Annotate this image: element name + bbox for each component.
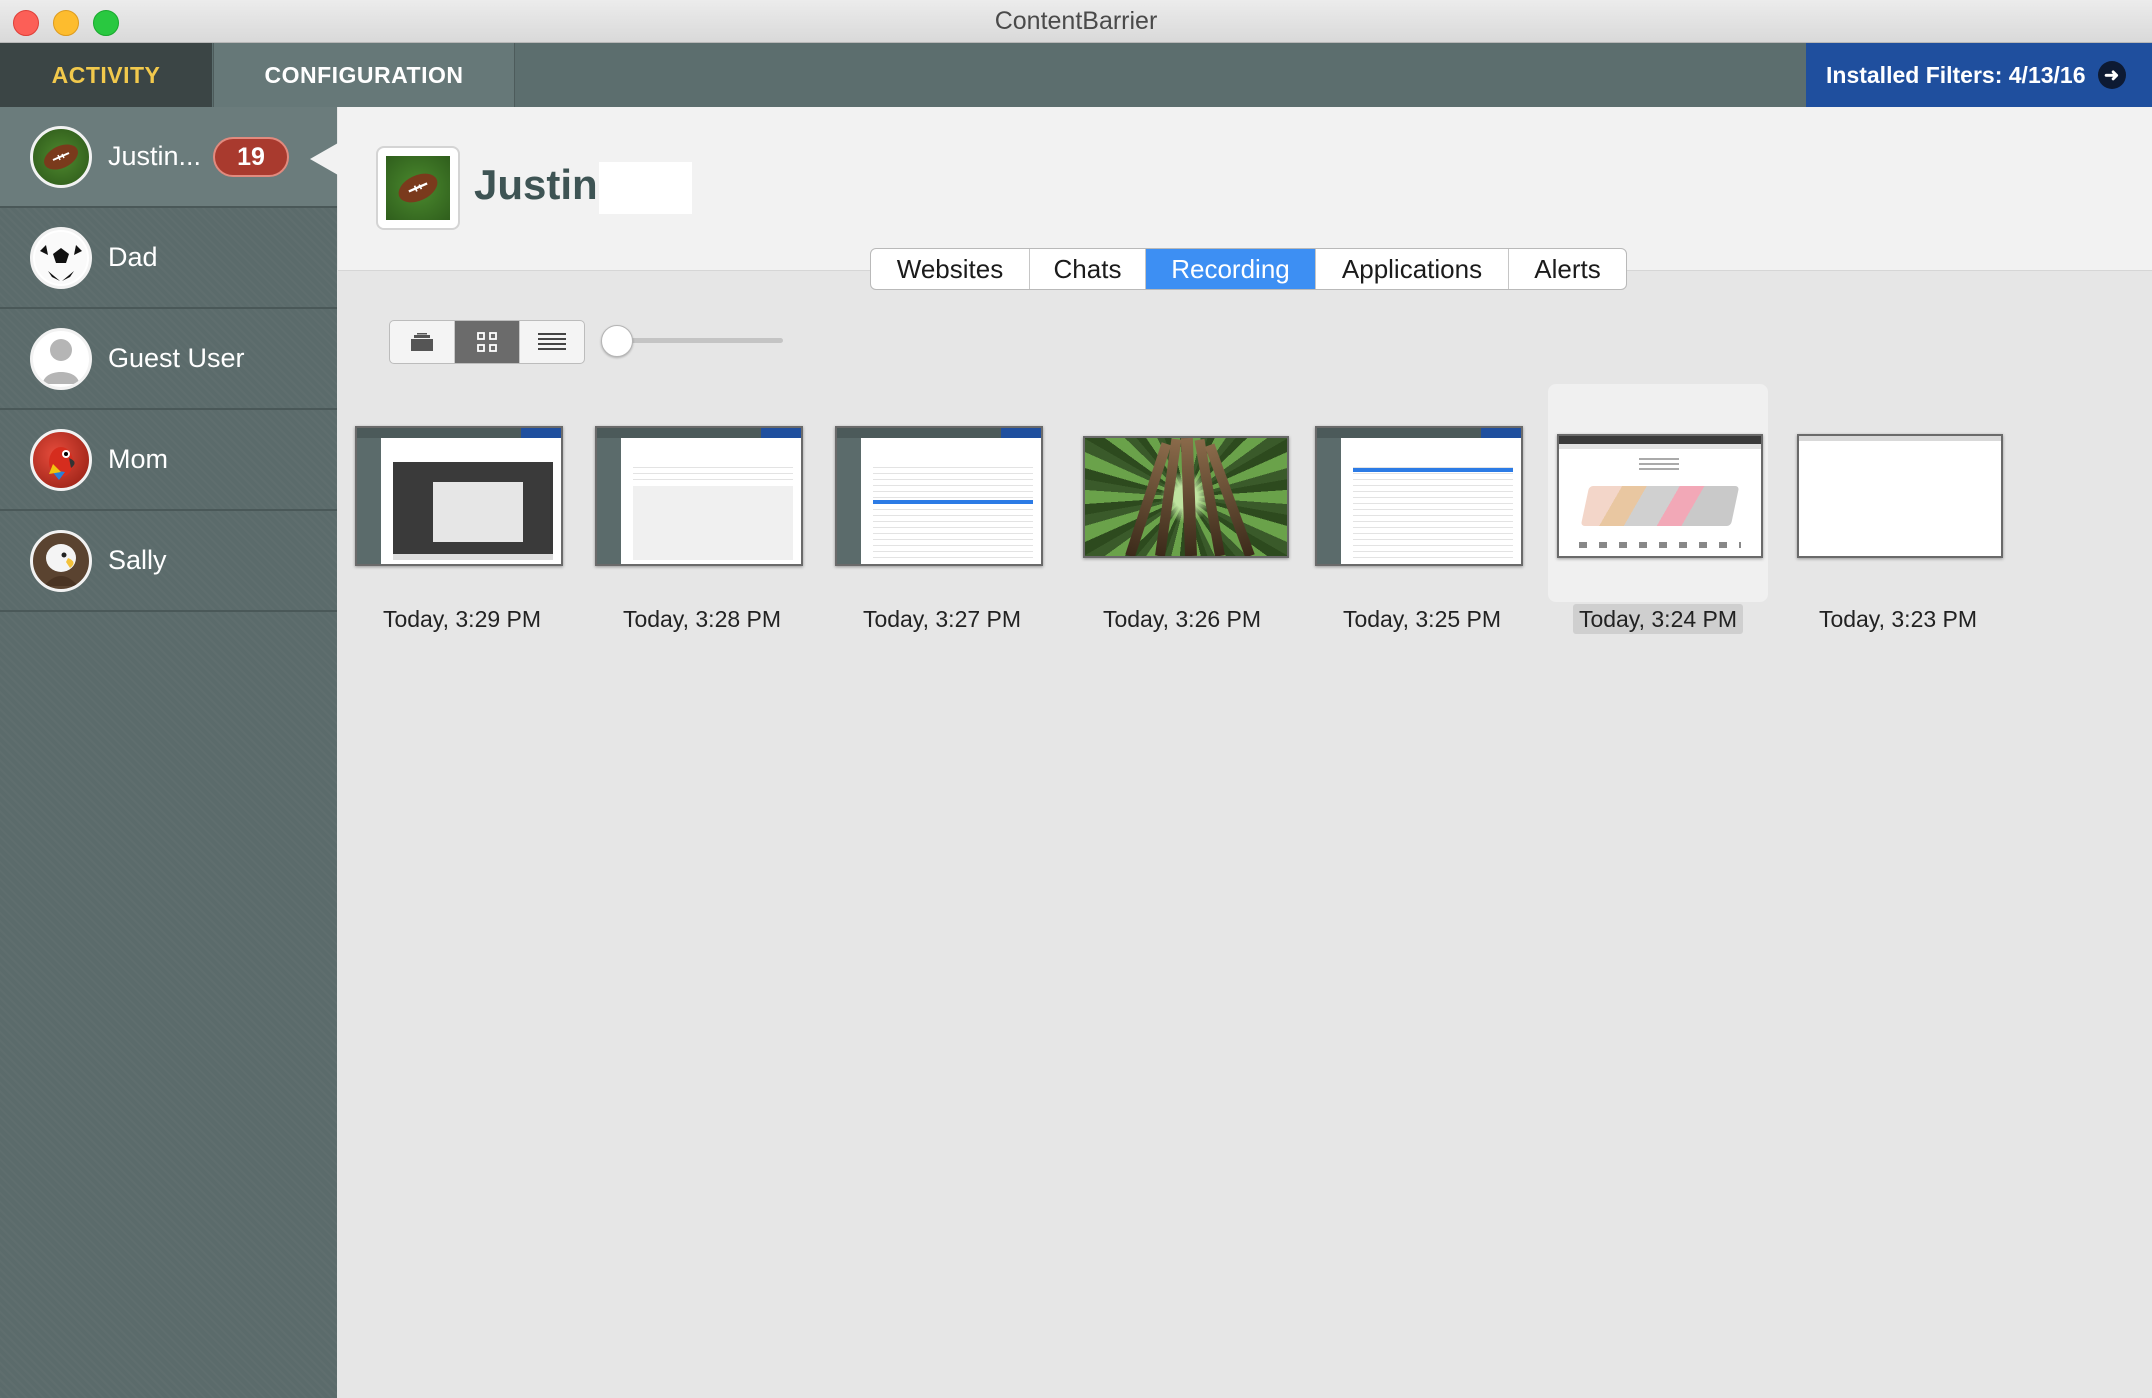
sidebar-user-sally[interactable]: Sally [0, 511, 337, 612]
football-icon [30, 125, 92, 188]
grid-icon [477, 332, 497, 352]
list-view-button[interactable] [520, 321, 584, 363]
installed-filters-button[interactable]: Installed Filters: 4/13/16 ➜ [1806, 43, 2152, 107]
user-sidebar: Justin... 19 Dad Guest User Mom Sally [0, 107, 338, 1398]
user-title: Justin [474, 161, 598, 208]
screenshot-thumbnail [1557, 434, 1763, 558]
recording-item[interactable]: Today, 3:25 PM [1312, 384, 1532, 632]
recording-time: Today, 3:24 PM [1572, 604, 1744, 634]
tab-websites[interactable]: Websites [871, 249, 1030, 289]
recording-time: Today, 3:25 PM [1342, 606, 1502, 632]
thumbnail-size-slider[interactable] [617, 338, 783, 343]
recording-item[interactable]: Today, 3:28 PM [592, 384, 812, 632]
recording-time: Today, 3:28 PM [622, 606, 782, 632]
recording-item[interactable]: Today, 3:26 PM [1072, 384, 1292, 632]
grid-view-button[interactable] [455, 321, 520, 363]
activity-tabs: Websites Chats Recording Applications Al… [870, 248, 1627, 290]
recording-item[interactable]: Today, 3:27 PM [832, 384, 1052, 632]
recording-time: Today, 3:26 PM [1102, 606, 1262, 632]
screenshot-thumbnail [1083, 436, 1289, 558]
recording-item[interactable]: Today, 3:23 PM [1788, 384, 2008, 632]
user-header: Justin [338, 107, 2152, 271]
soccer-ball-icon [30, 226, 92, 289]
selection-pointer [310, 143, 338, 175]
recording-time: Today, 3:27 PM [862, 606, 1022, 632]
sidebar-user-guest[interactable]: Guest User [0, 309, 337, 410]
recording-time: Today, 3:23 PM [1818, 606, 1978, 632]
top-nav: ACTIVITY CONFIGURATION Installed Filters… [0, 43, 2152, 107]
football-icon [386, 156, 450, 220]
user-name: Justin... [108, 141, 202, 171]
user-name: Sally [108, 545, 167, 575]
recording-item-selected[interactable]: Today, 3:24 PM [1548, 384, 1768, 634]
view-mode-toggle [389, 320, 585, 364]
tab-configuration[interactable]: CONFIGURATION [213, 43, 515, 107]
installed-filters-label: Installed Filters: 4/13/16 [1826, 61, 2086, 88]
sidebar-user-mom[interactable]: Mom [0, 410, 337, 511]
screenshot-thumbnail [355, 426, 563, 566]
eagle-icon [30, 529, 92, 592]
tab-alerts[interactable]: Alerts [1509, 249, 1626, 289]
user-name: Mom [108, 444, 168, 474]
tab-applications[interactable]: Applications [1316, 249, 1509, 289]
window-title: ContentBarrier [994, 7, 1158, 35]
list-icon [538, 333, 566, 350]
user-avatar[interactable] [376, 146, 460, 230]
slider-knob[interactable] [601, 325, 633, 357]
parrot-icon [30, 428, 92, 491]
sidebar-user-justin[interactable]: Justin... 19 [0, 107, 338, 208]
user-name: Dad [108, 242, 158, 272]
recording-time: Today, 3:29 PM [382, 606, 542, 632]
screenshot-thumbnail [835, 426, 1043, 566]
title-bar: ContentBarrier [0, 0, 2152, 43]
tab-chats[interactable]: Chats [1030, 249, 1146, 289]
screenshot-thumbnail [1315, 426, 1523, 566]
screenshot-thumbnail [1797, 434, 2003, 558]
user-name: Guest User [108, 343, 245, 373]
redacted-surname [599, 162, 692, 214]
arrow-right-icon: ➜ [2097, 61, 2126, 89]
cover-flow-icon [411, 333, 433, 351]
recording-item[interactable]: Today, 3:29 PM [352, 384, 572, 632]
cover-flow-view-button[interactable] [390, 321, 455, 363]
tab-recording[interactable]: Recording [1146, 249, 1316, 289]
screenshot-thumbnail [595, 426, 803, 566]
sidebar-user-dad[interactable]: Dad [0, 208, 337, 309]
person-silhouette-icon [30, 327, 92, 390]
tab-activity[interactable]: ACTIVITY [0, 43, 212, 107]
notification-badge: 19 [213, 137, 289, 177]
